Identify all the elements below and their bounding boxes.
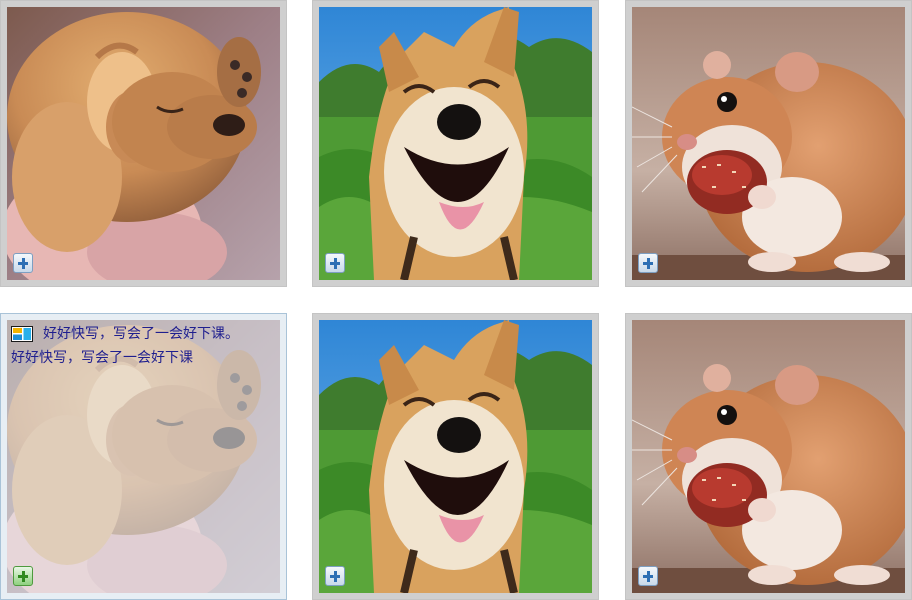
photo-tile-puppy[interactable] bbox=[0, 0, 287, 287]
shiba-inu-photo bbox=[319, 7, 592, 280]
hamster-photo bbox=[632, 320, 905, 593]
add-plus-icon[interactable] bbox=[638, 253, 658, 273]
puppy-photo bbox=[7, 7, 280, 280]
photo-tile-puppy-hover[interactable]: 好好快写，写会了一会好下课。 好好快写，写会了一会好下课 bbox=[0, 313, 287, 600]
hover-caption: 好好快写，写会了一会好下课。 好好快写，写会了一会好下课 bbox=[7, 322, 279, 370]
photo-tile-shiba[interactable] bbox=[312, 313, 599, 600]
add-plus-icon[interactable] bbox=[325, 253, 345, 273]
shiba-inu-photo bbox=[319, 320, 592, 593]
caption-line-2: 好好快写，写会了一会好下课 bbox=[11, 350, 193, 366]
photo-tile-shiba[interactable] bbox=[312, 0, 599, 287]
hamster-photo bbox=[632, 7, 905, 280]
add-plus-icon[interactable] bbox=[13, 253, 33, 273]
add-plus-icon[interactable] bbox=[13, 566, 33, 586]
photo-tile-hamster[interactable] bbox=[625, 313, 912, 600]
photo-tile-hamster[interactable] bbox=[625, 0, 912, 287]
layout-icon bbox=[11, 326, 33, 342]
add-plus-icon[interactable] bbox=[325, 566, 345, 586]
add-plus-icon[interactable] bbox=[638, 566, 658, 586]
caption-line-1: 好好快写，写会了一会好下课。 bbox=[43, 326, 239, 342]
